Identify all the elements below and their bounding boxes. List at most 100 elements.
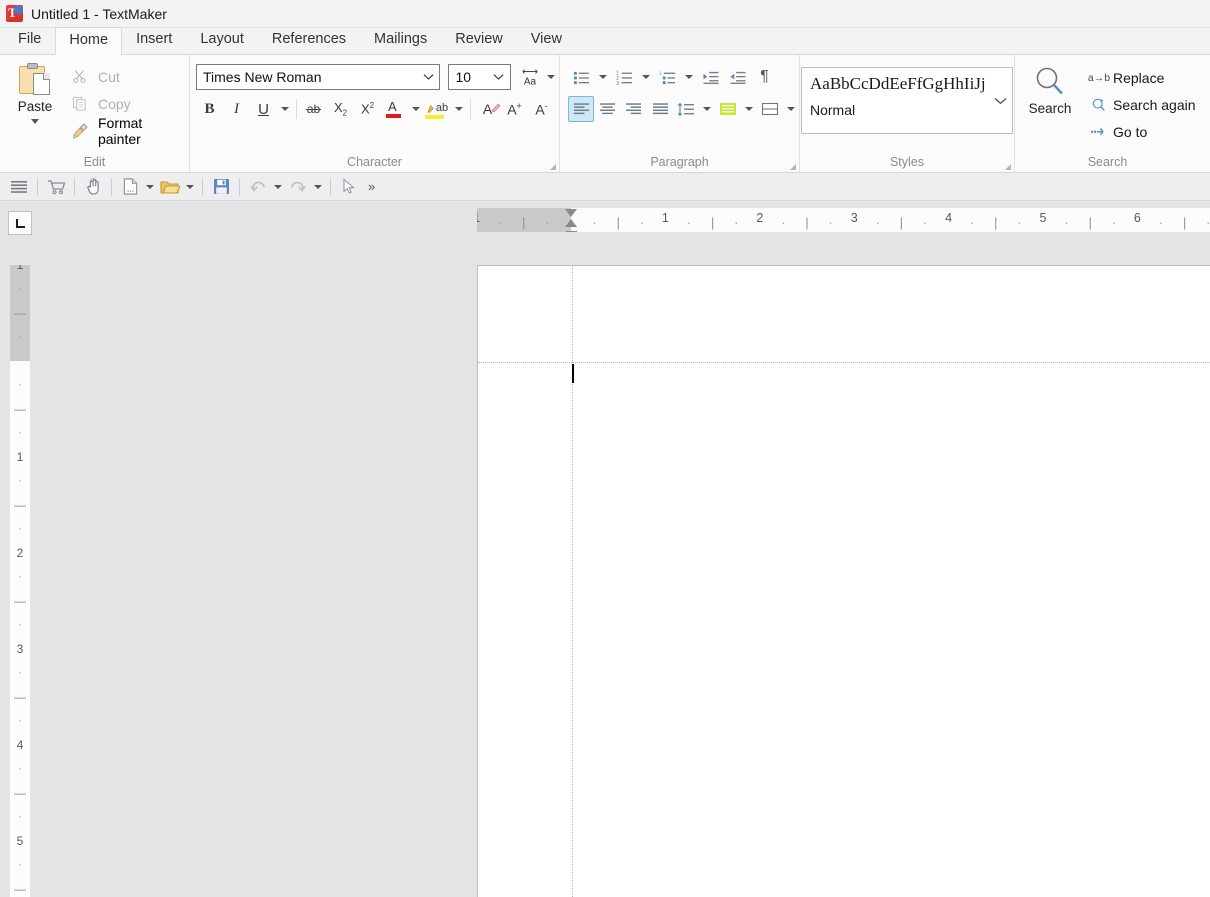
divider <box>74 178 75 196</box>
tab-insert[interactable]: Insert <box>122 26 186 54</box>
ruler-tick: · <box>10 667 30 679</box>
search-button[interactable]: Search <box>1021 59 1079 155</box>
format-painter-button[interactable]: Format painter <box>68 117 189 144</box>
ruler-tick: · <box>498 216 502 230</box>
redo-arrow-icon[interactable] <box>285 175 311 199</box>
style-name: Normal <box>810 102 1004 118</box>
font-color-dropdown[interactable] <box>408 96 424 122</box>
horizontal-ruler[interactable]: 1·|·1234567·|··|··|··|··|··|··|· <box>477 208 1210 232</box>
search-again-button[interactable]: Search again <box>1085 91 1196 118</box>
title-bar: Untitled 1 - TextMaker <box>0 0 1210 28</box>
decrease-indent-button[interactable] <box>724 64 751 90</box>
ruler-tick: | <box>994 216 997 230</box>
ruler-tick: · <box>1159 216 1163 230</box>
clear-formatting-button[interactable]: A <box>474 96 501 122</box>
hanging-indent-icon[interactable] <box>565 219 577 227</box>
new-document-dropdown[interactable] <box>143 175 157 199</box>
borders-button[interactable] <box>757 96 783 122</box>
character-dialog-launcher[interactable] <box>550 164 556 170</box>
justify-button[interactable] <box>647 96 673 122</box>
open-folder-icon[interactable] <box>157 175 183 199</box>
borders-dropdown[interactable] <box>783 96 799 122</box>
go-to-button[interactable]: Go to <box>1085 118 1196 145</box>
shading-dropdown[interactable] <box>742 96 758 122</box>
underline-button[interactable]: U <box>250 96 277 122</box>
shopping-cart-icon[interactable] <box>43 175 69 199</box>
shading-button[interactable] <box>715 96 741 122</box>
toolbar-overflow-button[interactable]: » <box>368 179 375 194</box>
undo-arrow-icon[interactable] <box>245 175 271 199</box>
show-formatting-marks-button[interactable]: ¶ <box>751 64 778 90</box>
tab-home[interactable]: Home <box>55 27 122 55</box>
document-page[interactable] <box>477 265 1210 897</box>
tab-review[interactable]: Review <box>441 26 517 54</box>
paste-button[interactable]: Paste <box>6 59 64 155</box>
tab-layout[interactable]: Layout <box>186 26 258 54</box>
font-name-input[interactable]: Times New Roman <box>196 64 440 90</box>
first-line-indent-icon[interactable] <box>565 209 577 217</box>
tab-stop-selector[interactable] <box>8 211 32 235</box>
tab-view[interactable]: View <box>517 26 576 54</box>
new-document-icon[interactable] <box>117 175 143 199</box>
font-color-button[interactable]: A <box>381 96 408 122</box>
bold-button[interactable]: B <box>196 96 223 122</box>
underline-dropdown[interactable] <box>277 96 293 122</box>
copy-button[interactable]: Copy <box>68 90 189 117</box>
floppy-save-icon[interactable] <box>208 175 234 199</box>
change-case-button[interactable]: Aa <box>517 64 544 90</box>
styles-dialog-launcher[interactable] <box>1005 164 1011 170</box>
highlight-color-dropdown[interactable] <box>451 96 467 122</box>
line-spacing-button[interactable] <box>673 96 699 122</box>
chevron-down-icon[interactable] <box>31 119 39 124</box>
ruler-tick: 4 <box>945 211 952 225</box>
hamburger-menu-icon[interactable] <box>6 175 32 199</box>
font-size-input[interactable]: 10 <box>448 64 510 90</box>
increase-font-size-button[interactable]: A+ <box>501 96 528 122</box>
undo-dropdown[interactable] <box>271 175 285 199</box>
replace-button[interactable]: a→b Replace <box>1085 64 1196 91</box>
hand-touch-icon[interactable] <box>80 175 106 199</box>
change-case-dropdown[interactable] <box>543 64 559 90</box>
tab-references[interactable]: References <box>258 26 360 54</box>
mouse-pointer-icon[interactable] <box>336 175 362 199</box>
numbering-dropdown[interactable] <box>638 64 654 90</box>
multilevel-list-dropdown[interactable] <box>681 64 697 90</box>
align-left-button[interactable] <box>568 96 594 122</box>
chevron-down-icon[interactable] <box>994 96 1007 105</box>
indent-markers[interactable] <box>565 208 577 232</box>
ruler-tick: · <box>10 475 30 487</box>
align-center-button[interactable] <box>594 96 620 122</box>
tab-mailings[interactable]: Mailings <box>360 26 441 54</box>
line-spacing-dropdown[interactable] <box>700 96 716 122</box>
multilevel-list-button[interactable]: 1 <box>654 64 681 90</box>
numbering-button[interactable]: 1 2 3 <box>611 64 638 90</box>
subscript-button[interactable]: X2 <box>327 96 354 122</box>
open-folder-dropdown[interactable] <box>183 175 197 199</box>
ruler-tick: 3 <box>851 211 858 225</box>
divider <box>239 178 240 196</box>
decrease-font-size-button[interactable]: A- <box>528 96 555 122</box>
bullets-button[interactable] <box>568 64 595 90</box>
vertical-ruler[interactable]: 1·—·12345678·—··—··—··—··—··—··—··—·· <box>10 265 30 897</box>
style-gallery[interactable]: AaBbCcDdEeFfGgHhIiJj Normal <box>801 67 1013 134</box>
paragraph-dialog-launcher[interactable] <box>790 164 796 170</box>
paragraph-group-title: Paragraph <box>560 155 799 172</box>
superscript-button[interactable]: X2 <box>354 96 381 122</box>
format-painter-icon <box>72 123 98 139</box>
italic-button[interactable]: I <box>223 96 250 122</box>
tab-file[interactable]: File <box>4 26 55 54</box>
redo-dropdown[interactable] <box>311 175 325 199</box>
chevron-down-icon[interactable] <box>488 73 510 81</box>
align-right-button[interactable] <box>621 96 647 122</box>
highlight-color-button[interactable]: ab <box>424 96 451 122</box>
character-group-title: Character <box>190 155 559 172</box>
ruler-tick: · <box>10 619 30 631</box>
ruler-tick: 5 <box>10 834 30 848</box>
cut-button[interactable]: Cut <box>68 63 189 90</box>
vertical-ruler-ticks: 1·—·12345678·—··—··—··—··—··—··—··—·· <box>10 265 30 897</box>
left-indent-icon[interactable] <box>566 231 577 232</box>
chevron-down-icon[interactable] <box>417 73 439 81</box>
strikethrough-button[interactable]: ab <box>300 96 327 122</box>
bullets-dropdown[interactable] <box>595 64 611 90</box>
increase-indent-button[interactable] <box>697 64 724 90</box>
